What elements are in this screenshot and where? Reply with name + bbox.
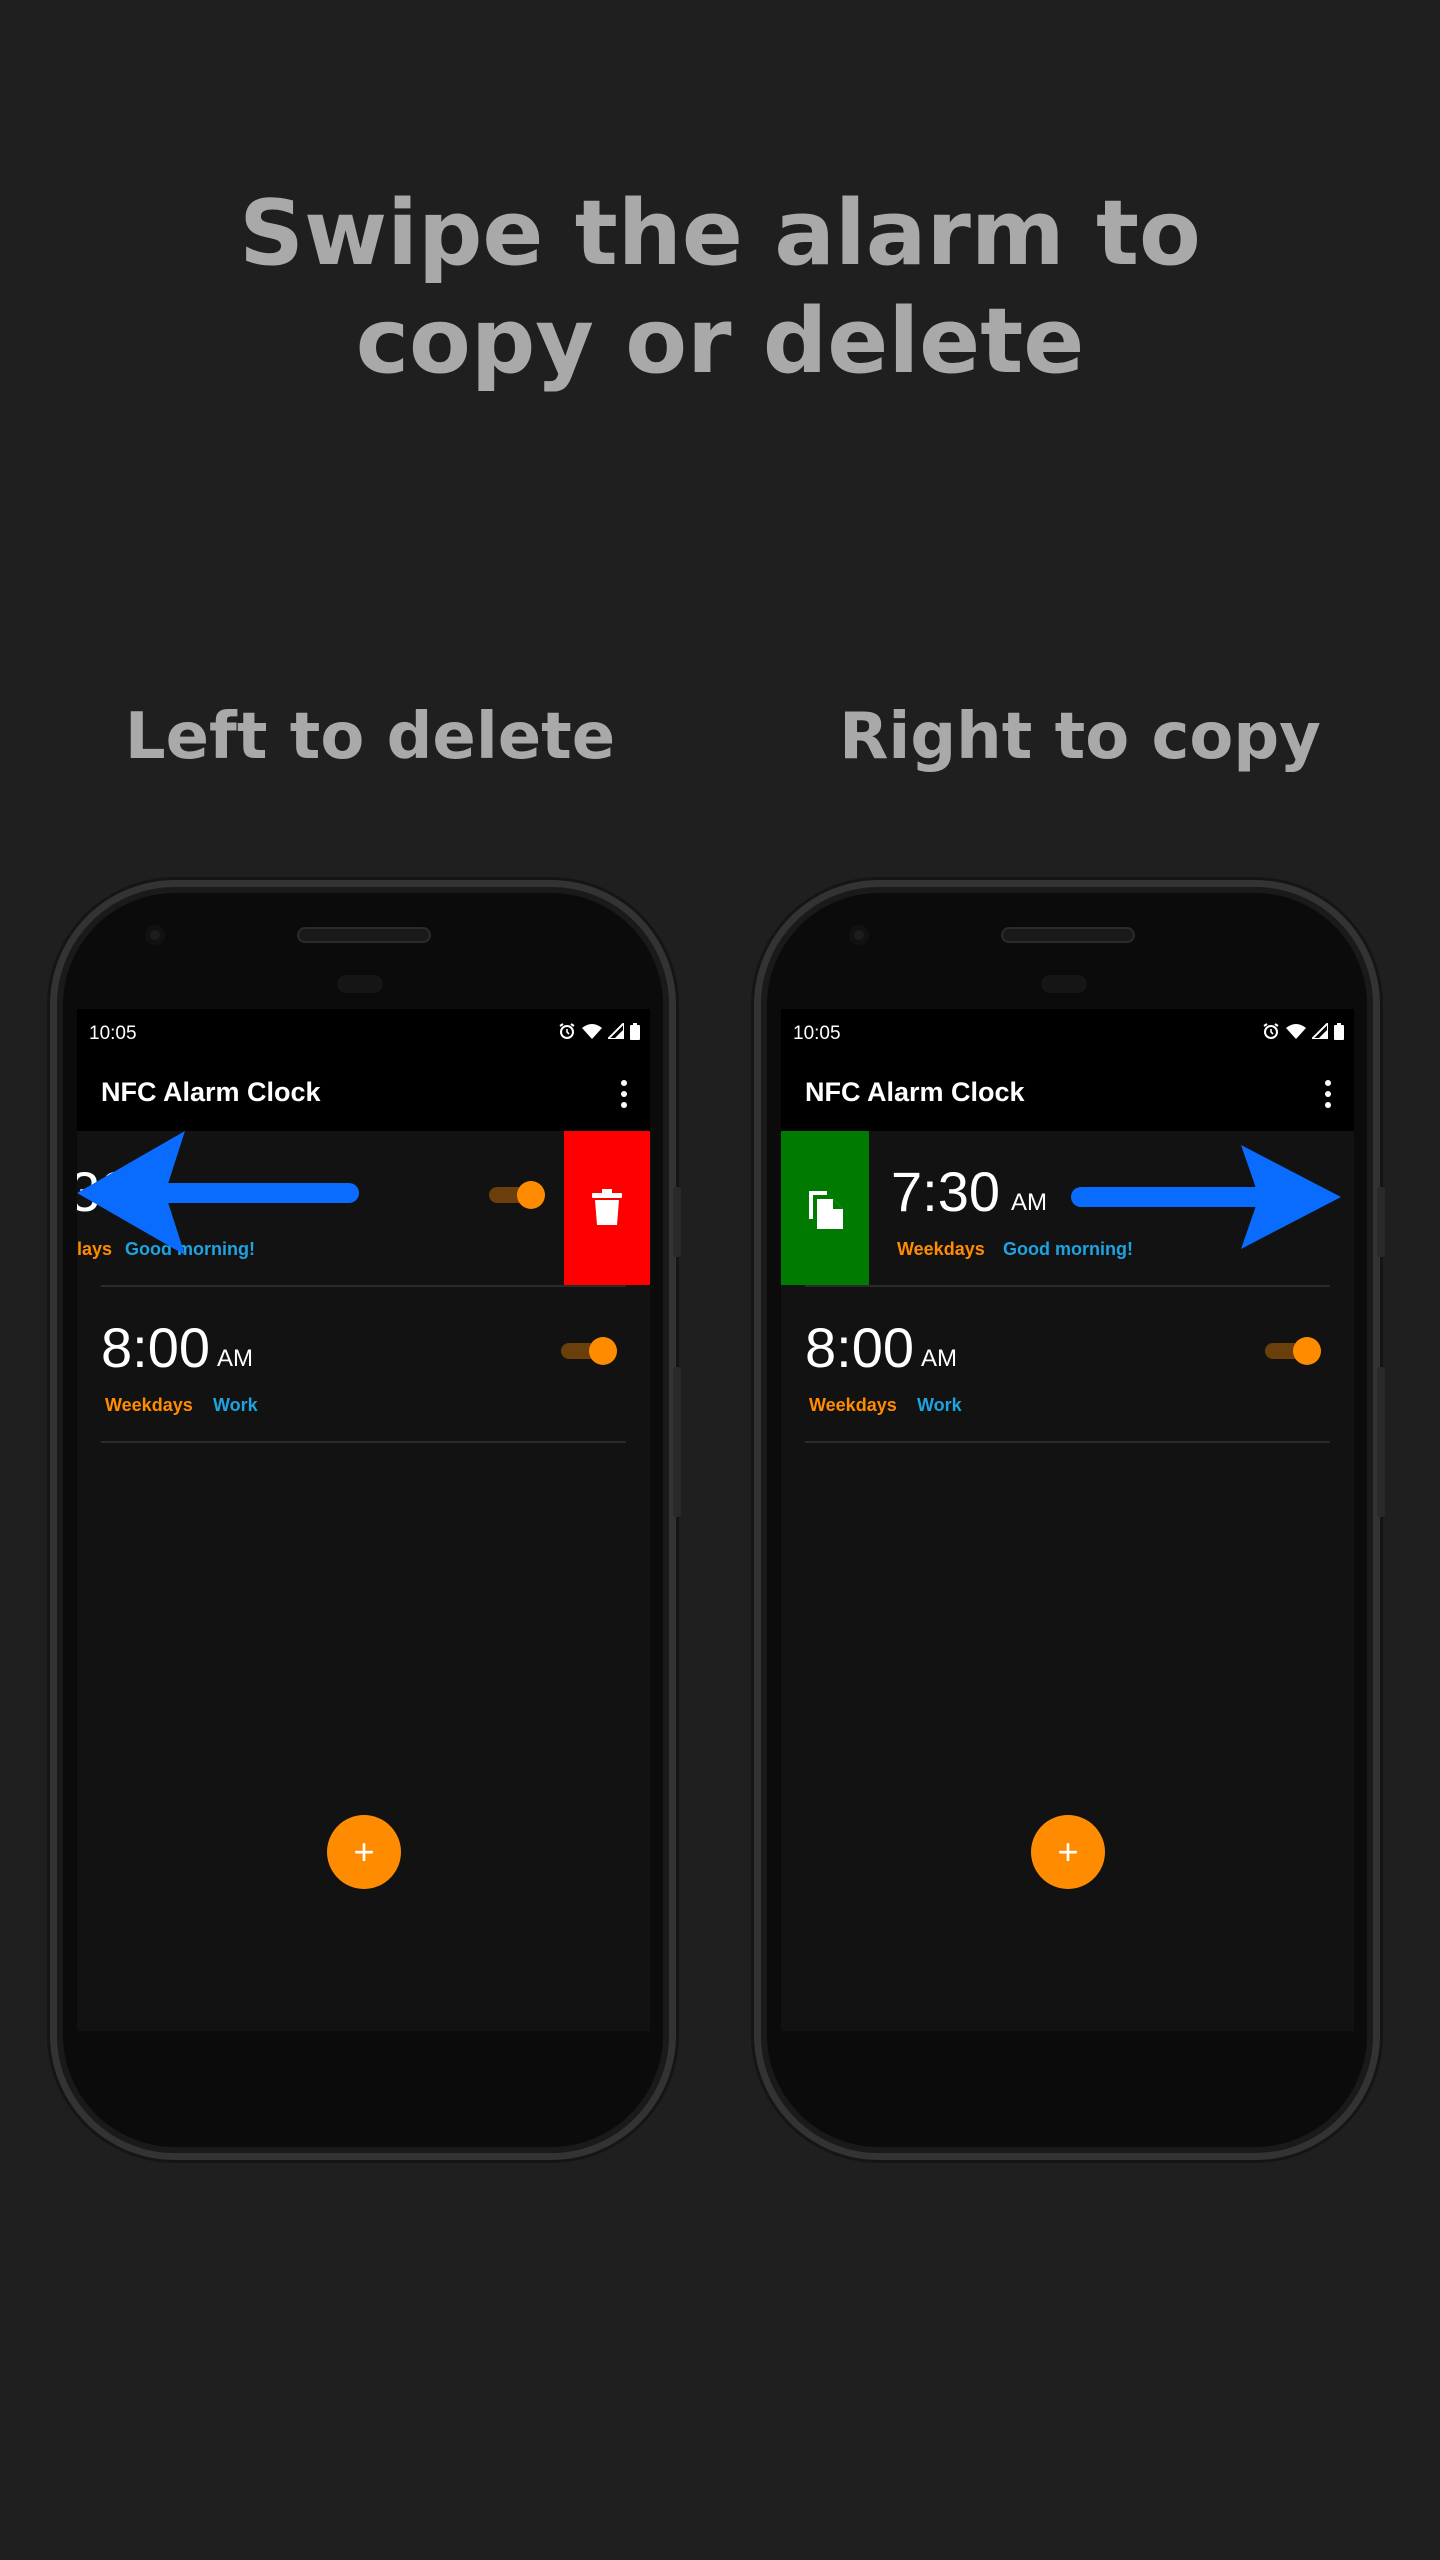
alarm-row[interactable]: 8:00 AM Weekdays Work — [77, 1287, 650, 1443]
battery-icon — [1334, 1022, 1344, 1040]
alarm-ampm: AM — [1011, 1189, 1047, 1216]
alarm-icon — [559, 1023, 575, 1039]
phone-right: 10:05 NFC Alarm Clock 7:30 AM Weekdays G… — [754, 880, 1385, 2160]
volume-button — [1377, 1187, 1385, 1257]
delete-action[interactable] — [564, 1131, 650, 1285]
earpiece-speaker — [1001, 927, 1135, 943]
front-camera — [145, 925, 165, 945]
alarm-days: Weekdays — [105, 1395, 193, 1415]
proximity-sensor — [337, 975, 383, 993]
subhead-right: Right to copy — [839, 700, 1321, 774]
add-icon: + — [353, 1831, 375, 1872]
signal-icon — [608, 1023, 624, 1039]
app-bar: NFC Alarm Clock — [781, 1057, 1354, 1131]
alarm-label: Work — [213, 1395, 258, 1415]
swipe-left-arrow — [77, 1131, 359, 1255]
front-camera — [849, 925, 869, 945]
wifi-icon — [582, 1024, 602, 1039]
alarm-toggle[interactable] — [489, 1179, 545, 1209]
alarm-toggle[interactable] — [561, 1335, 617, 1365]
alarm-toggle[interactable] — [1265, 1335, 1321, 1365]
copy-icon — [809, 1191, 843, 1229]
more-vert-icon[interactable] — [620, 1079, 628, 1109]
power-button — [1377, 1367, 1385, 1517]
add-icon: + — [1057, 1831, 1079, 1872]
alarm-days: Weekdays — [897, 1239, 985, 1259]
status-bar: 10:05 — [77, 1009, 650, 1057]
alarm-time: 8:00 — [101, 1316, 210, 1379]
wifi-icon — [1286, 1024, 1306, 1039]
more-vert-icon[interactable] — [1324, 1079, 1332, 1109]
swipe-right-arrow — [1071, 1145, 1341, 1249]
alarm-days: Weekdays — [809, 1395, 897, 1415]
alarm-time: 7:30 — [891, 1160, 1000, 1223]
app-title: NFC Alarm Clock — [101, 1077, 321, 1107]
proximity-sensor — [1041, 975, 1087, 993]
power-button — [673, 1367, 681, 1517]
trash-icon — [592, 1189, 622, 1225]
alarm-ampm: AM — [921, 1345, 957, 1372]
add-alarm-button[interactable]: + — [1031, 1815, 1105, 1889]
alarm-row[interactable]: 8:00 AM Weekdays Work — [781, 1287, 1354, 1443]
headline: Swipe the alarm to copy or delete — [0, 180, 1440, 396]
signal-icon — [1312, 1023, 1328, 1039]
phone-left: 10:05 NFC Alarm Clock 30 lays Good morni… — [50, 880, 681, 2160]
subhead-left: Left to delete — [124, 700, 616, 774]
app-bar: NFC Alarm Clock — [77, 1057, 650, 1131]
status-bar: 10:05 — [781, 1009, 1354, 1057]
status-time: 10:05 — [793, 1023, 841, 1044]
status-time: 10:05 — [89, 1023, 137, 1044]
alarm-icon — [1263, 1023, 1279, 1039]
add-alarm-button[interactable]: + — [327, 1815, 401, 1889]
headline-line1: Swipe the alarm to — [239, 181, 1201, 286]
alarm-ampm: AM — [217, 1345, 253, 1372]
alarm-label: Work — [917, 1395, 962, 1415]
alarm-time: 8:00 — [805, 1316, 914, 1379]
app-title: NFC Alarm Clock — [805, 1077, 1025, 1107]
headline-line2: copy or delete — [355, 289, 1085, 394]
copy-action[interactable] — [781, 1131, 869, 1285]
earpiece-speaker — [297, 927, 431, 943]
battery-icon — [630, 1022, 640, 1040]
volume-button — [673, 1187, 681, 1257]
